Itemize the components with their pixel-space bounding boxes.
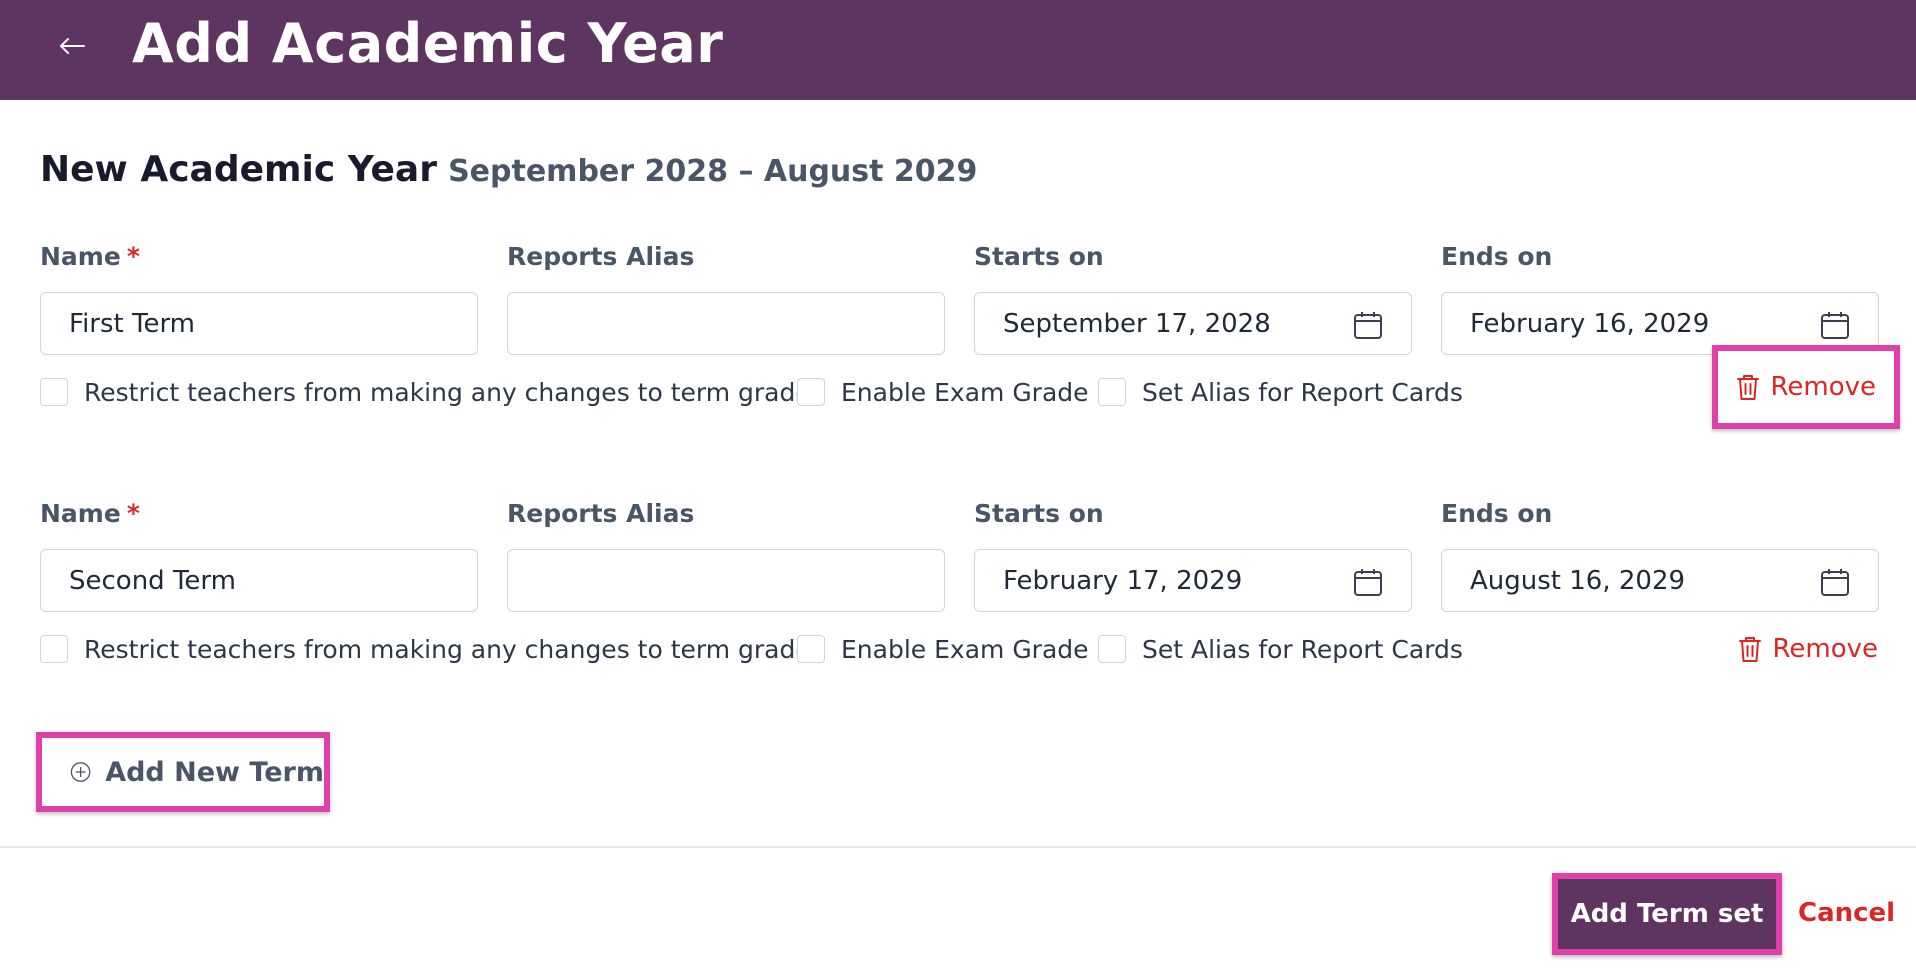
ends-on-date-input[interactable]: August 16, 2029	[1441, 549, 1879, 612]
academic-year-title: New Academic Year	[40, 149, 437, 190]
calendar-icon[interactable]	[1820, 310, 1850, 340]
ends-on-label: Ends on	[1441, 242, 1553, 271]
footer-divider	[0, 846, 1916, 848]
trash-icon	[1739, 637, 1762, 662]
term-options: Restrict teachers from making any change…	[40, 345, 1900, 429]
enable-exam-grade-checkbox[interactable]	[797, 378, 825, 406]
restrict-teachers-checkbox[interactable]	[40, 635, 68, 663]
required-mark: *	[126, 499, 140, 528]
restrict-teachers-option[interactable]: Restrict teachers from making any change…	[40, 372, 824, 412]
reports-alias-input[interactable]	[507, 549, 945, 612]
starts-on-date-input[interactable]: September 17, 2028	[974, 292, 1412, 355]
add-new-term-button[interactable]: Add New Term	[36, 732, 330, 812]
calendar-icon[interactable]	[1353, 567, 1383, 597]
reports-alias-input[interactable]	[507, 292, 945, 355]
term-name-input[interactable]: Second Term	[40, 549, 478, 612]
enable-exam-grade-option[interactable]: Enable Exam Grade	[797, 372, 1089, 412]
set-alias-checkbox[interactable]	[1098, 378, 1126, 406]
academic-year-heading: New Academic Year September 2028 – Augus…	[40, 146, 977, 200]
reports-alias-label: Reports Alias	[507, 242, 695, 271]
starts-on-date-input[interactable]: February 17, 2029	[974, 549, 1412, 612]
page-title: Add Academic Year	[132, 12, 724, 75]
name-label: Name *	[40, 242, 140, 271]
arrow-left-icon	[60, 38, 85, 54]
term-options: Restrict teachers from making any change…	[40, 629, 1878, 669]
set-alias-option[interactable]: Set Alias for Report Cards	[1098, 629, 1463, 669]
starts-on-label: Starts on	[974, 242, 1104, 271]
back-button[interactable]	[52, 26, 92, 66]
reports-alias-label: Reports Alias	[507, 499, 695, 528]
remove-term-button[interactable]: Remove	[1712, 345, 1900, 429]
term-row: Name * Reports Alias Starts on Ends on Fi…	[40, 240, 1900, 440]
restrict-teachers-option[interactable]: Restrict teachers from making any change…	[40, 629, 824, 669]
add-term-set-button[interactable]: Add Term set	[1552, 873, 1782, 955]
required-mark: *	[126, 242, 140, 271]
calendar-icon[interactable]	[1353, 310, 1383, 340]
name-label: Name *	[40, 499, 140, 528]
enable-exam-grade-option[interactable]: Enable Exam Grade	[797, 629, 1089, 669]
term-row: Name * Reports Alias Starts on Ends on Se…	[40, 497, 1879, 697]
restrict-teachers-checkbox[interactable]	[40, 378, 68, 406]
cancel-button[interactable]: Cancel	[1798, 893, 1895, 933]
set-alias-option[interactable]: Set Alias for Report Cards	[1098, 372, 1463, 412]
plus-circle-icon	[70, 762, 91, 782]
academic-year-range: September 2028 – August 2029	[448, 154, 978, 189]
ends-on-label: Ends on	[1441, 499, 1553, 528]
term-name-input[interactable]: First Term	[40, 292, 478, 355]
set-alias-checkbox[interactable]	[1098, 635, 1126, 663]
calendar-icon[interactable]	[1820, 567, 1850, 597]
page-header: Add Academic Year	[0, 0, 1916, 100]
remove-term-button[interactable]: Remove	[1738, 629, 1878, 669]
enable-exam-grade-checkbox[interactable]	[797, 635, 825, 663]
trash-icon	[1737, 375, 1760, 400]
starts-on-label: Starts on	[974, 499, 1104, 528]
